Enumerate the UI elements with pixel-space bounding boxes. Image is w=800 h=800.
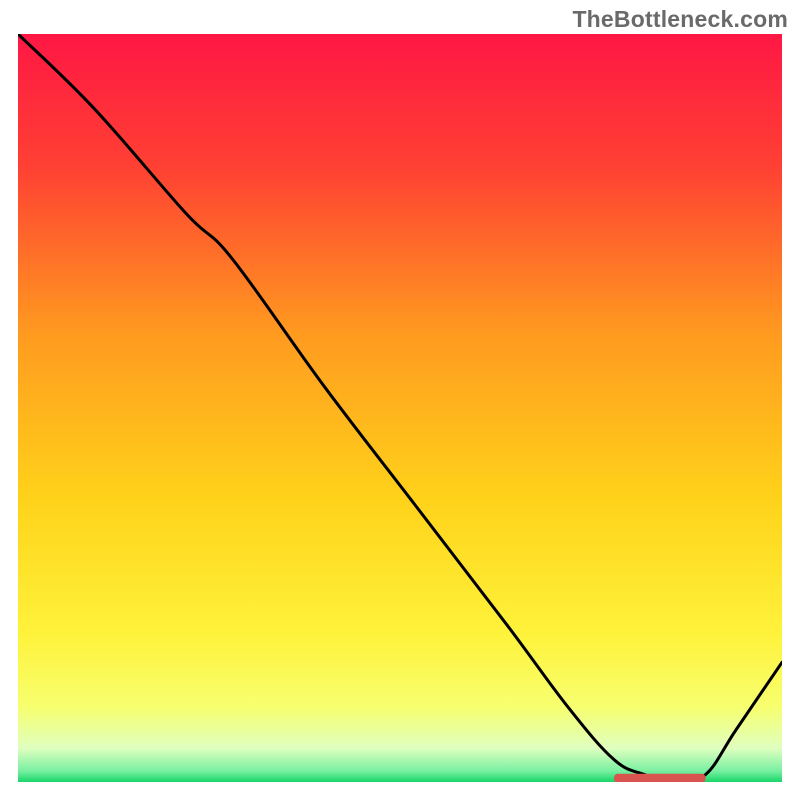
gradient-background	[18, 34, 782, 782]
optimal-marker	[614, 774, 706, 782]
plot-area	[18, 34, 782, 782]
chart-frame: TheBottleneck.com	[0, 0, 800, 800]
watermark-text: TheBottleneck.com	[572, 6, 788, 33]
bottleneck-chart	[18, 34, 782, 782]
